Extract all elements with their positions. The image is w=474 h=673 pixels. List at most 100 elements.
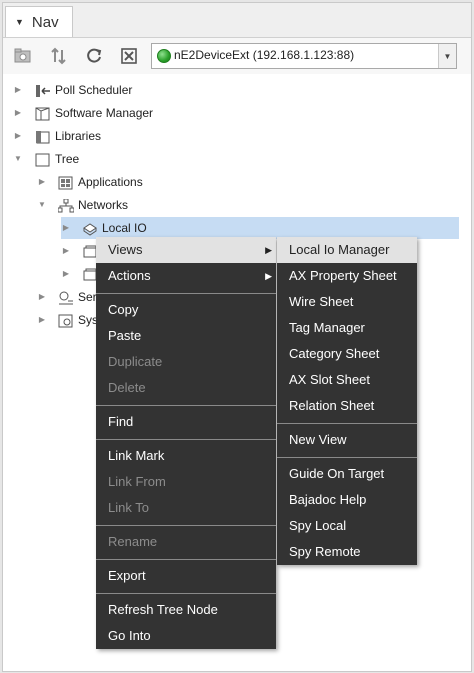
menu-item-label: Tag Manager — [289, 320, 365, 335]
menu-item-label: Link From — [108, 474, 166, 489]
views-submenu: Local Io Manager AX Property Sheet Wire … — [277, 237, 417, 565]
menu-separator — [277, 457, 417, 458]
services-icon — [58, 290, 74, 305]
submenu-item-relation-sheet[interactable]: Relation Sheet — [277, 393, 417, 419]
menu-item-label: Bajadoc Help — [289, 492, 367, 507]
tree-item-child-2[interactable]: ▶ — [3, 263, 103, 285]
applications-icon — [58, 175, 74, 190]
menu-item-label: Refresh Tree Node — [108, 602, 218, 617]
menu-item-label: Link To — [108, 500, 149, 515]
menu-item-duplicate: Duplicate — [96, 349, 276, 375]
submenu-item-new-view[interactable]: New View — [277, 427, 417, 453]
menu-item-label: Actions — [108, 268, 151, 283]
menu-item-export[interactable]: Export — [96, 563, 276, 589]
tree-label: Poll Scheduler — [55, 83, 133, 97]
submenu-item-spy-local[interactable]: Spy Local — [277, 513, 417, 539]
menu-item-label: Wire Sheet — [289, 294, 354, 309]
software-manager-icon — [35, 106, 51, 121]
submenu-item-guide-on-target[interactable]: Guide On Target — [277, 461, 417, 487]
tree-label: Local IO — [102, 221, 147, 235]
expand-arrow-icon[interactable]: ▶ — [37, 309, 47, 331]
system-icon — [58, 313, 74, 328]
caret-down-icon[interactable]: ▼ — [15, 17, 24, 27]
tree-item-tree[interactable]: ▼ Tree — [3, 148, 303, 170]
expand-arrow-icon[interactable]: ▶ — [13, 125, 23, 147]
menu-separator — [96, 593, 276, 594]
expand-arrow-icon[interactable]: ▶ — [13, 102, 23, 124]
menu-item-paste[interactable]: Paste — [96, 323, 276, 349]
tree-item-networks[interactable]: ▼ Networks — [3, 194, 303, 216]
refresh-icon[interactable] — [84, 46, 104, 66]
tree-item-child-1[interactable]: ▶ — [3, 240, 103, 262]
close-icon[interactable] — [119, 46, 139, 66]
tree-label: Networks — [78, 198, 129, 212]
menu-item-label: Local Io Manager — [289, 242, 390, 257]
menu-item-go-into[interactable]: Go Into — [96, 623, 276, 649]
expand-arrow-icon[interactable]: ▶ — [61, 263, 71, 285]
context-menu: Views ▶ Actions ▶ Copy Paste Duplicate D… — [96, 237, 276, 649]
menu-item-refresh-tree-node[interactable]: Refresh Tree Node — [96, 597, 276, 623]
tab-nav[interactable]: ▼ Nav — [5, 6, 73, 37]
network-icon — [57, 198, 75, 213]
submenu-item-category-sheet[interactable]: Category Sheet — [277, 341, 417, 367]
menu-item-copy[interactable]: Copy — [96, 297, 276, 323]
menu-item-label: Go Into — [108, 628, 151, 643]
menu-item-label: Delete — [108, 380, 146, 395]
submenu-item-ax-property-sheet[interactable]: AX Property Sheet — [277, 263, 417, 289]
tree-item-libraries[interactable]: ▶ Libraries — [3, 125, 303, 147]
menu-item-delete: Delete — [96, 375, 276, 401]
menu-item-label: Export — [108, 568, 146, 583]
tree-label: Software Manager — [55, 106, 154, 120]
menu-item-actions[interactable]: Actions ▶ — [96, 263, 276, 289]
tree-item-software-manager[interactable]: ▶ Software Manager — [3, 102, 303, 124]
menu-separator — [96, 293, 276, 294]
menu-item-label: Rename — [108, 534, 158, 549]
chevron-down-icon[interactable]: ▼ — [438, 44, 456, 68]
menu-item-views[interactable]: Views ▶ — [96, 237, 276, 263]
new-folder-icon[interactable] — [13, 46, 33, 66]
tab-strip: ▼ Nav — [3, 3, 471, 38]
submenu-item-local-io-manager[interactable]: Local Io Manager — [277, 237, 417, 263]
tree-folder-icon — [35, 152, 51, 167]
submenu-item-spy-remote[interactable]: Spy Remote — [277, 539, 417, 565]
menu-item-label: AX Slot Sheet — [289, 372, 370, 387]
expand-arrow-icon[interactable]: ▶ — [13, 79, 23, 101]
menu-separator — [96, 439, 276, 440]
expand-arrow-icon[interactable]: ▶ — [37, 286, 47, 308]
tree-label: Tree — [55, 152, 80, 166]
submenu-arrow-icon: ▶ — [265, 245, 272, 255]
submenu-item-wire-sheet[interactable]: Wire Sheet — [277, 289, 417, 315]
tree-item-poll-scheduler[interactable]: ▶ Poll Scheduler — [3, 79, 303, 101]
menu-item-link-to: Link To — [96, 495, 276, 521]
tree-item-applications[interactable]: ▶ Applications — [3, 171, 303, 193]
menu-item-label: Relation Sheet — [289, 398, 375, 413]
submenu-arrow-icon: ▶ — [265, 271, 272, 281]
tab-nav-label: Nav — [31, 13, 59, 31]
submenu-item-ax-slot-sheet[interactable]: AX Slot Sheet — [277, 367, 417, 393]
tree-item-system[interactable]: ▶ Syst — [3, 309, 103, 331]
libraries-icon — [35, 129, 51, 144]
menu-item-label: Paste — [108, 328, 142, 343]
submenu-item-bajadoc-help[interactable]: Bajadoc Help — [277, 487, 417, 513]
menu-item-link-mark[interactable]: Link Mark — [96, 443, 276, 469]
expand-arrow-icon[interactable]: ▶ — [61, 217, 71, 239]
tree-item-local-io[interactable]: ▶ Local IO — [3, 217, 303, 239]
poll-scheduler-icon — [35, 83, 51, 97]
menu-item-label: Category Sheet — [289, 346, 380, 361]
status-ok-icon — [157, 49, 171, 63]
expand-arrow-icon[interactable]: ▶ — [61, 240, 71, 262]
tree-label: Applications — [78, 175, 143, 189]
device-icon — [82, 221, 98, 236]
tree-item-services[interactable]: ▶ Serv — [3, 286, 103, 308]
sort-icon[interactable] — [49, 46, 69, 66]
collapse-arrow-icon[interactable]: ▼ — [37, 194, 47, 216]
menu-item-label: Views — [108, 242, 143, 257]
submenu-item-tag-manager[interactable]: Tag Manager — [277, 315, 417, 341]
station-select[interactable]: nE2DeviceExt (192.168.1.123:88) ▼ — [151, 43, 457, 69]
expand-arrow-icon[interactable]: ▶ — [37, 171, 47, 193]
menu-item-label: Duplicate — [108, 354, 163, 369]
collapse-arrow-icon[interactable]: ▼ — [13, 148, 23, 170]
menu-item-label: Guide On Target — [289, 466, 385, 481]
menu-item-find[interactable]: Find — [96, 409, 276, 435]
menu-item-label: Find — [108, 414, 134, 429]
